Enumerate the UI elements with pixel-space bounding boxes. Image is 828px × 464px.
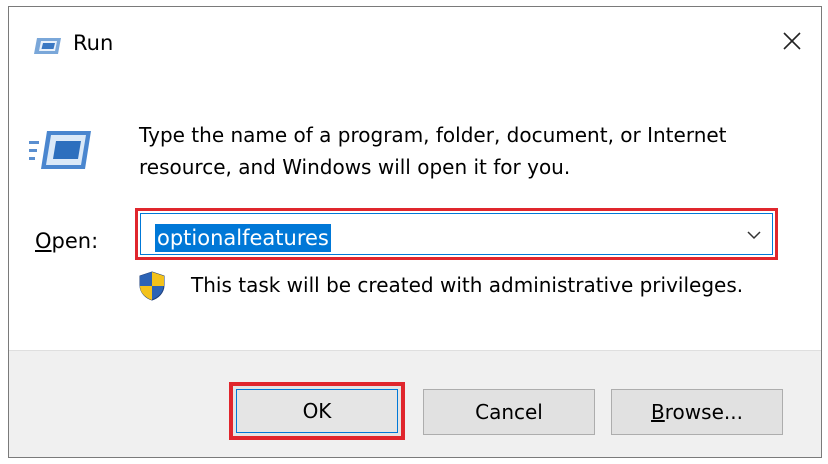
browse-button-label: Browse... bbox=[651, 400, 743, 424]
close-button[interactable] bbox=[763, 11, 821, 71]
description-text: Type the name of a program, folder, docu… bbox=[139, 119, 819, 183]
ok-button-focus: OK bbox=[236, 389, 398, 433]
chevron-down-icon[interactable] bbox=[746, 229, 762, 241]
run-icon bbox=[34, 38, 61, 54]
open-input[interactable]: optionalfeatures bbox=[155, 224, 331, 252]
browse-accesskey: B bbox=[651, 400, 665, 424]
title-bar[interactable]: Run bbox=[9, 7, 821, 75]
description-line-2: resource, and Windows will open it for y… bbox=[139, 155, 571, 179]
close-icon bbox=[783, 32, 801, 50]
run-dialog: Run Type the name of a program, folder, … bbox=[8, 6, 822, 458]
cancel-button[interactable]: Cancel bbox=[423, 389, 595, 435]
window-title: Run bbox=[73, 31, 114, 55]
open-label: Open: bbox=[35, 229, 98, 253]
uac-shield-icon bbox=[139, 271, 165, 301]
run-program-icon bbox=[29, 131, 91, 169]
open-combobox[interactable]: optionalfeatures bbox=[135, 208, 778, 260]
open-label-rest: pen: bbox=[51, 229, 99, 253]
admin-privileges-note: This task will be created with administr… bbox=[191, 273, 744, 297]
button-bar: OK Cancel Browse... bbox=[9, 350, 821, 457]
cancel-button-label: Cancel bbox=[475, 400, 543, 424]
description-line-1: Type the name of a program, folder, docu… bbox=[139, 123, 727, 147]
ok-button-label: OK bbox=[302, 399, 332, 423]
browse-label-rest: rowse... bbox=[664, 400, 743, 424]
ok-button[interactable]: OK bbox=[229, 382, 405, 440]
browse-button[interactable]: Browse... bbox=[611, 389, 783, 435]
open-input-focus-ring: optionalfeatures bbox=[140, 213, 773, 255]
open-label-accesskey: O bbox=[35, 229, 52, 253]
